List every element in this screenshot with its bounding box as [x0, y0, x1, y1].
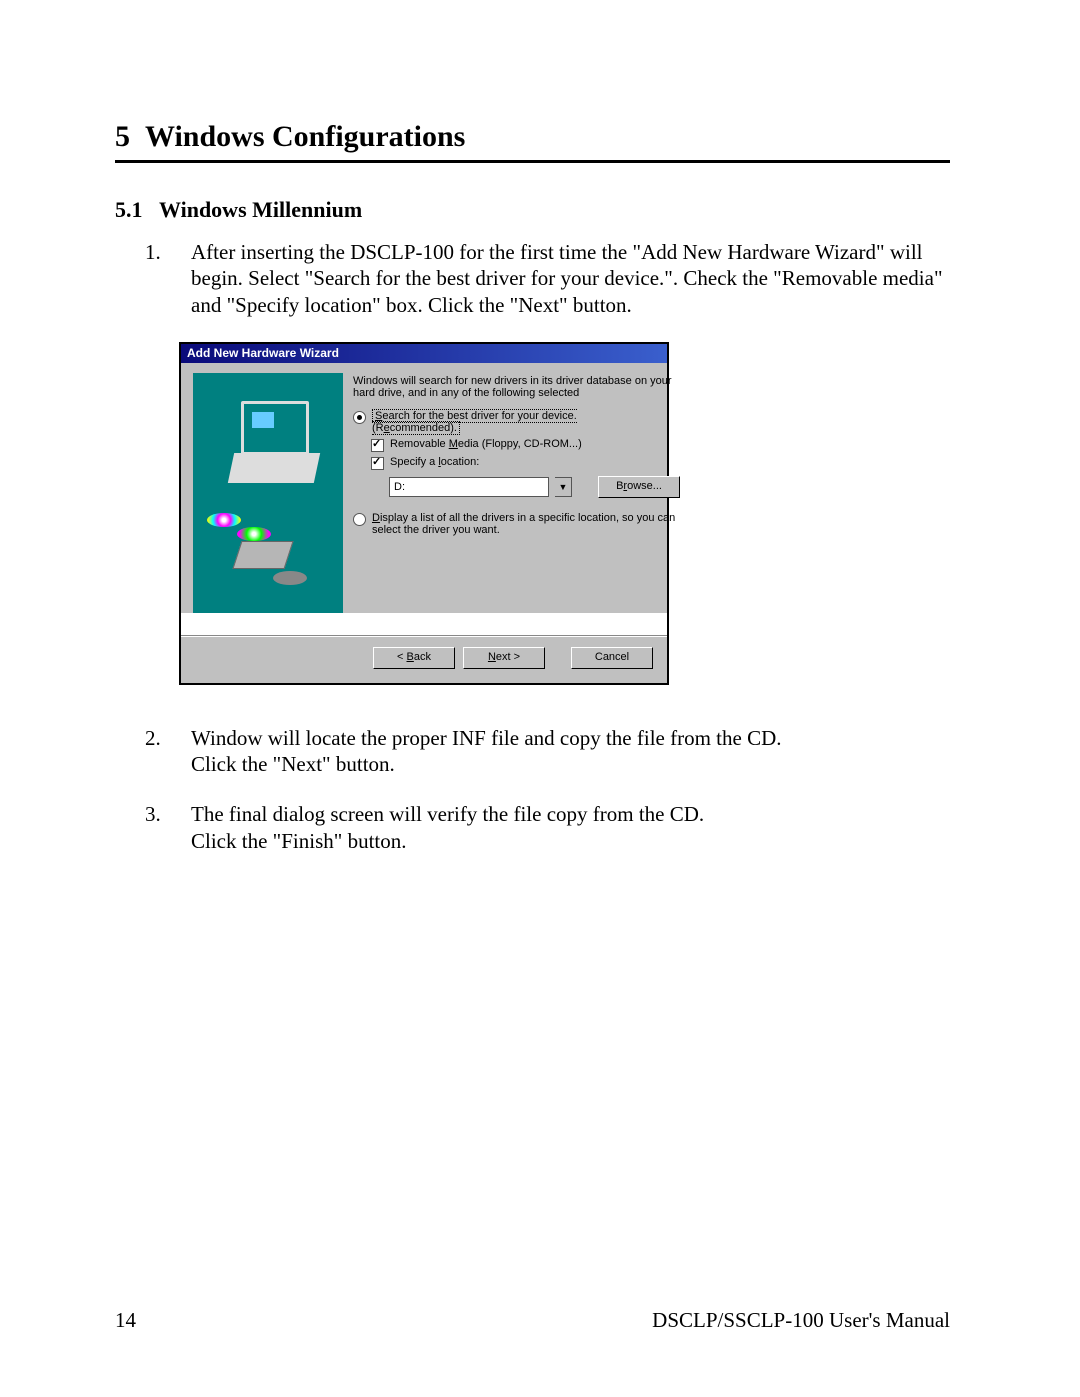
section-title: Windows Millennium — [159, 197, 362, 222]
drive-icon — [232, 541, 293, 569]
radio-search-best-driver[interactable]: Search for the best driver for your devi… — [353, 410, 680, 434]
chapter-title: Windows Configurations — [145, 120, 465, 153]
step-number: 2. — [145, 725, 191, 751]
chapter-number: 5 — [115, 120, 130, 153]
monitor-icon — [241, 401, 309, 455]
step-text: After inserting the DSCLP-100 for the fi… — [191, 239, 950, 318]
radio-icon — [353, 411, 366, 424]
heading-rule — [115, 160, 950, 163]
checkbox-specify-location[interactable]: Specify a location: — [371, 456, 680, 470]
computer-base-icon — [228, 453, 320, 483]
step-number: 1. — [145, 239, 191, 318]
checkbox-icon — [371, 457, 384, 470]
cd-icon — [237, 527, 271, 541]
wizard-intro-text: Windows will search for new drivers in i… — [353, 375, 680, 400]
page-number: 14 — [115, 1308, 136, 1333]
step-text: Window will locate the proper INF file a… — [191, 725, 950, 751]
step-text: The final dialog screen will verify the … — [191, 801, 950, 827]
step-number: 3. — [145, 801, 191, 827]
location-input[interactable]: D: — [389, 477, 549, 497]
section-number: 5.1 — [115, 197, 143, 222]
cancel-button[interactable]: Cancel — [571, 647, 653, 669]
radio-display-driver-list[interactable]: Display a list of all the drivers in a s… — [353, 512, 680, 536]
browse-button[interactable]: Browse... — [598, 476, 680, 498]
dropdown-arrow-icon[interactable]: ▼ — [555, 477, 572, 497]
section-heading: 5.1 Windows Millennium — [115, 197, 950, 223]
step-3: 3. The final dialog screen will verify t… — [115, 801, 950, 854]
step-text: Click the "Next" button. — [191, 751, 950, 777]
cd-icon — [207, 513, 241, 527]
step-2: 2. Window will locate the proper INF fil… — [115, 725, 950, 778]
checkbox-icon — [371, 439, 384, 452]
next-button[interactable]: Next > — [463, 647, 545, 669]
checkbox-removable-media[interactable]: Removable Media (Floppy, CD-ROM...) — [371, 438, 680, 452]
wizard-titlebar: Add New Hardware Wizard — [181, 344, 667, 363]
footer-doc-title: DSCLP/SSCLP-100 User's Manual — [652, 1308, 950, 1333]
wizard-dialog: Add New Hardware Wizard Windows will sea… — [179, 342, 669, 685]
wizard-side-art — [193, 373, 343, 613]
radio-icon — [353, 513, 366, 526]
back-button[interactable]: < Back — [373, 647, 455, 669]
step-text: Click the "Finish" button. — [191, 828, 950, 854]
cd-icon — [273, 571, 307, 585]
chapter-heading: 5 Windows Configurations — [115, 120, 950, 154]
step-1: 1. After inserting the DSCLP-100 for the… — [115, 239, 950, 318]
